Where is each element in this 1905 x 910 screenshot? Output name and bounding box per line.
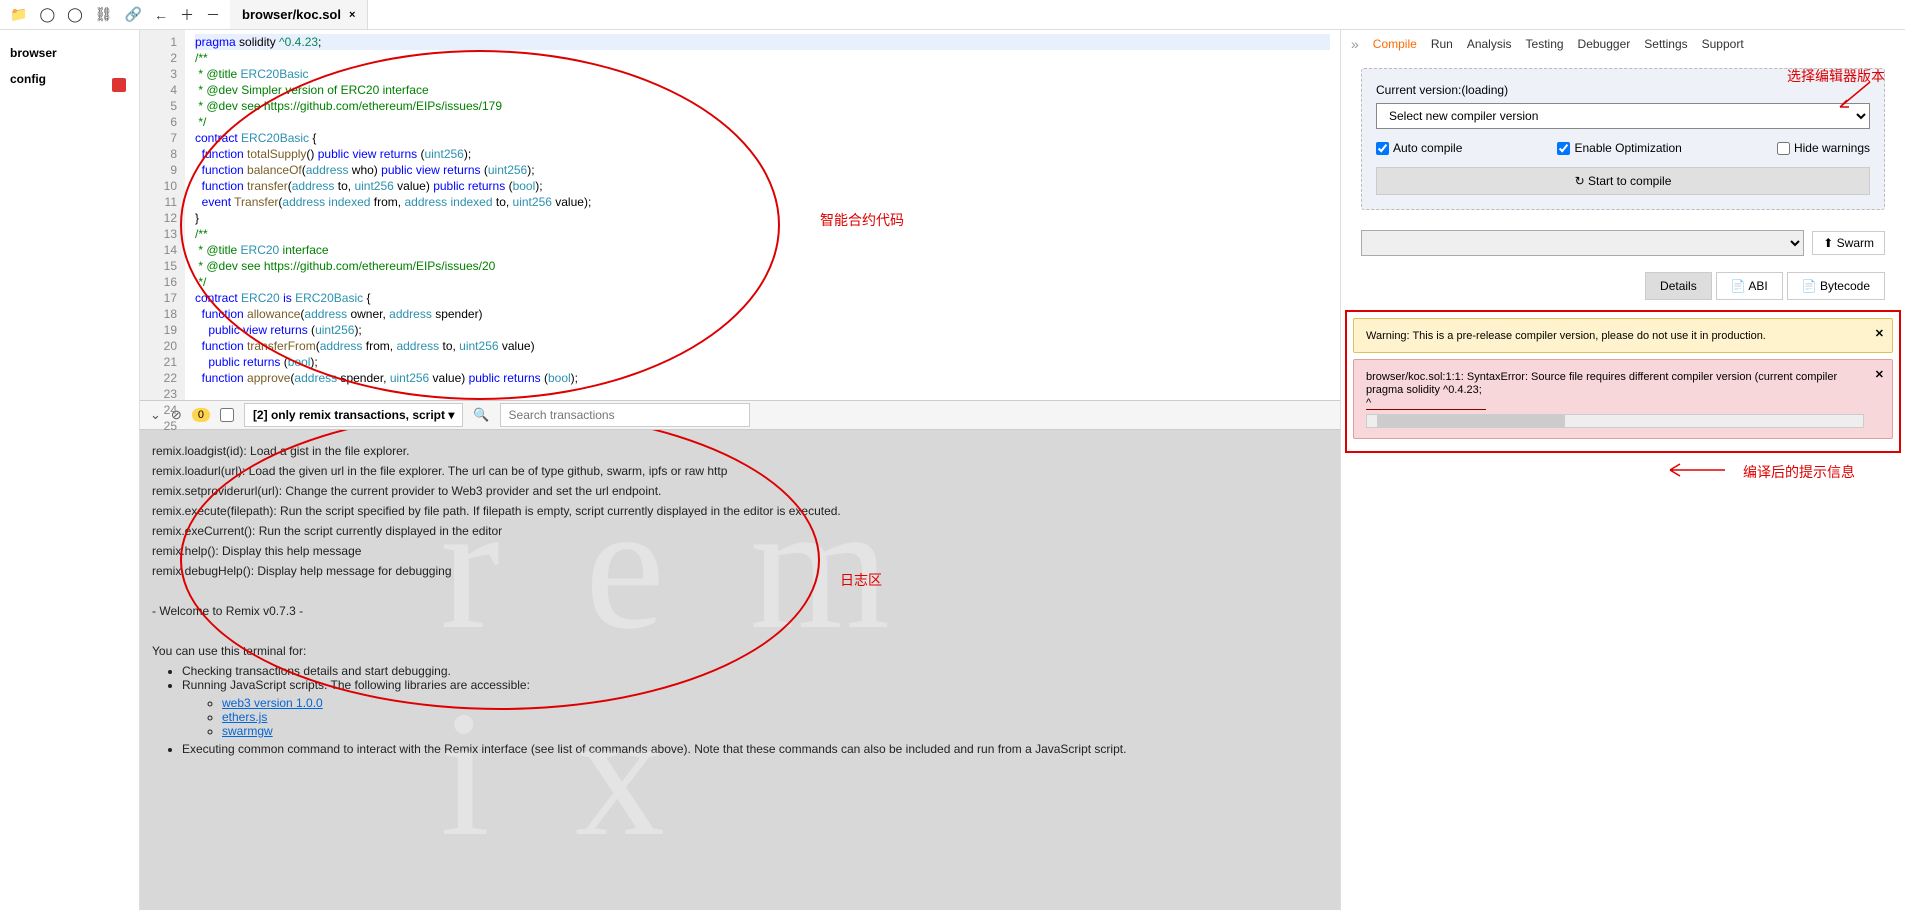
pending-badge: 0 (192, 408, 210, 422)
terminal-output[interactable]: r e m i x 日志区 remix.loadgist(id): Load a… (140, 430, 1340, 910)
tab-close-icon[interactable]: × (349, 9, 355, 21)
listen-checkbox[interactable] (220, 408, 234, 422)
plus-icon[interactable]: ＋ (180, 5, 194, 25)
search-icon: 🔍 (473, 407, 489, 423)
tab-settings[interactable]: Settings (1644, 37, 1687, 51)
annotation-arrow (1665, 460, 1725, 480)
right-tab-bar: » Compile Run Analysis Testing Debugger … (1341, 30, 1905, 58)
tab-debugger[interactable]: Debugger (1578, 37, 1631, 51)
compiler-select[interactable]: Select new compiler version (1376, 103, 1870, 129)
close-icon[interactable]: ✕ (1875, 368, 1884, 381)
terminal-link[interactable]: web3 version 1.0.0 (222, 696, 323, 710)
back-icon[interactable]: ← (154, 7, 168, 23)
auto-compile-checkbox[interactable]: Auto compile (1376, 141, 1462, 155)
search-input[interactable] (500, 403, 750, 427)
filter-dropdown[interactable]: [2] only remix transactions, script ▾ (244, 403, 463, 427)
tab-title: browser/koc.sol (242, 7, 341, 22)
annotation-label: 编译后的提示信息 (1743, 462, 1855, 482)
file-tab[interactable]: browser/koc.sol × (230, 0, 368, 29)
abi-button[interactable]: 📄 ABI (1716, 272, 1783, 300)
warning-message: Warning: This is a pre-release compiler … (1353, 318, 1893, 353)
tab-testing[interactable]: Testing (1526, 37, 1564, 51)
sidebar-item-browser[interactable]: browser (10, 40, 129, 66)
code-editor[interactable]: 1234567891011121314151617181920212223242… (140, 30, 1340, 400)
error-message: browser/koc.sol:1:1: SyntaxError: Source… (1353, 359, 1893, 439)
file-sidebar: browser config (0, 30, 140, 910)
tab-support[interactable]: Support (1702, 37, 1744, 51)
contract-select[interactable] (1361, 230, 1804, 256)
line-gutter: 1234567891011121314151617181920212223242… (140, 30, 185, 400)
version-label: Current version:(loading) (1376, 83, 1870, 97)
hide-warnings-checkbox[interactable]: Hide warnings (1777, 141, 1870, 155)
swarm-button[interactable]: ⬆ Swarm (1812, 231, 1885, 255)
folder-icon[interactable]: 📁 (10, 6, 27, 23)
minus-icon[interactable]: － (206, 5, 220, 25)
toolbar-icons: 📁 ◯ ◯ ⛓ 🔗 ← ＋ － (0, 5, 230, 25)
tab-analysis[interactable]: Analysis (1467, 37, 1512, 51)
terminal-toolbar: ⌄ ⊘ 0 [2] only remix transactions, scrip… (140, 400, 1340, 430)
horizontal-scrollbar[interactable] (1366, 414, 1864, 428)
bytecode-button[interactable]: 📄 Bytecode (1787, 272, 1885, 300)
tab-run[interactable]: Run (1431, 37, 1453, 51)
top-bar: 📁 ◯ ◯ ⛓ 🔗 ← ＋ － browser/koc.sol × (0, 0, 1905, 30)
compiler-messages: Warning: This is a pre-release compiler … (1345, 310, 1901, 453)
details-button[interactable]: Details (1645, 272, 1712, 300)
expand-icon[interactable]: » (1351, 36, 1359, 52)
chain-icon[interactable]: ⛓ (95, 6, 113, 23)
compile-button[interactable]: ↻ Start to compile (1376, 167, 1870, 195)
terminal-link[interactable]: ethers.js (222, 710, 267, 724)
terminal-link[interactable]: swarmgw (222, 724, 273, 738)
enable-opt-checkbox[interactable]: Enable Optimization (1557, 141, 1681, 155)
close-icon[interactable]: ✕ (1875, 327, 1884, 340)
right-panel: » Compile Run Analysis Testing Debugger … (1340, 30, 1905, 910)
error-badge-icon[interactable] (112, 78, 126, 92)
circle-icon[interactable]: ◯ (39, 6, 55, 23)
link-icon[interactable]: 🔗 (125, 6, 142, 23)
tab-compile[interactable]: Compile (1373, 37, 1417, 51)
code-area[interactable]: pragma solidity ^0.4.23;/** * @title ERC… (185, 30, 1340, 400)
circle-icon[interactable]: ◯ (67, 6, 83, 23)
compile-settings: Current version:(loading) Select new com… (1361, 68, 1885, 210)
